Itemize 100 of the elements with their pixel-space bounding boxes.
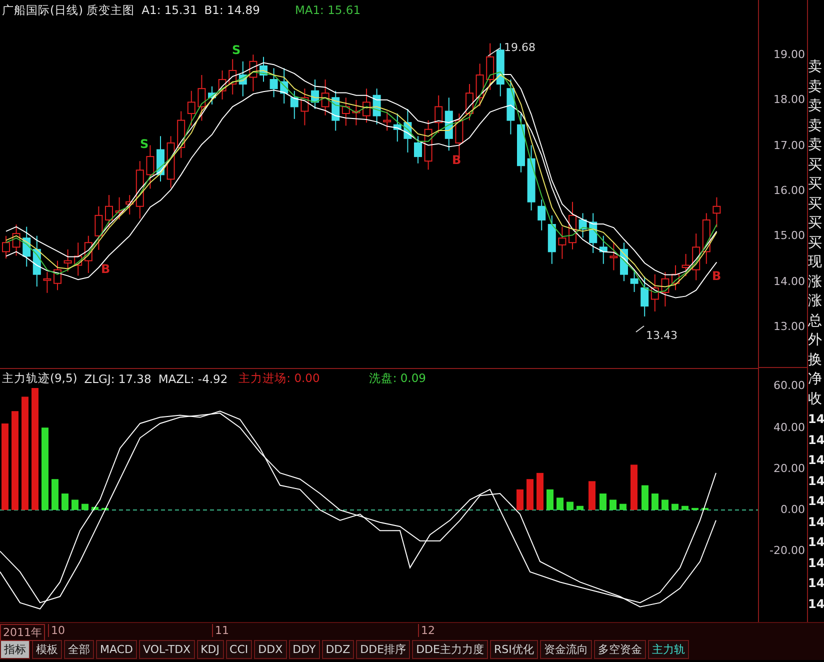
time-axis-label: 10 [48, 624, 67, 637]
candlestick [218, 70, 226, 100]
quote-value: 14 [808, 534, 824, 551]
candlestick [166, 136, 175, 188]
quote-value: 14 [808, 514, 824, 530]
candlestick [22, 226, 31, 268]
quote-value: 14 [808, 472, 824, 490]
indicator-tab[interactable]: DDE排序 [356, 640, 410, 659]
candlestick [496, 42, 504, 97]
quote-value: 14 [808, 452, 824, 469]
candlestick [187, 90, 196, 126]
quote-label: 卖 [808, 97, 823, 116]
indicator-axis-label: 40.00 [774, 420, 805, 434]
time-axis-label: 2011年 [0, 624, 45, 641]
price-axis-label: 15.00 [774, 229, 805, 242]
quote-label: 换 [808, 350, 823, 370]
candlestick [393, 113, 402, 142]
candlestick [672, 264, 680, 291]
quote-label: 买 [808, 175, 823, 194]
indicator-tab[interactable]: 模板 [32, 640, 62, 659]
candlestick [290, 90, 298, 120]
candlestick [424, 120, 432, 170]
quote-label: 收 [808, 390, 823, 408]
candlestick [311, 79, 319, 110]
indicator-tab[interactable]: 多空资金 [594, 640, 646, 659]
candlestick [126, 194, 134, 216]
chart-marker: 13.43 [646, 330, 678, 341]
candlestick [599, 235, 608, 264]
indicator-tab[interactable]: DDZ [322, 640, 354, 659]
indicator-tab[interactable]: 主力轨 [648, 640, 689, 659]
leader-line [488, 48, 500, 56]
candlestick [43, 272, 52, 294]
candlestick [32, 235, 41, 288]
candlestick [527, 144, 536, 211]
histogram-bar [652, 494, 658, 510]
quote-value: 14 [808, 554, 824, 572]
candlestick [383, 110, 392, 132]
quote-value: 14 [808, 432, 824, 448]
quote-value: 14 [808, 575, 824, 592]
quote-label: 买 [808, 234, 823, 252]
candlestick [558, 226, 566, 260]
candlestick [260, 56, 268, 82]
chart-marker: S [232, 44, 241, 56]
indicator-reading: 主力进场: 0.00 [238, 371, 320, 386]
price-axis-label: 13.00 [774, 320, 805, 333]
candlestick [476, 63, 484, 107]
candlestick [506, 79, 515, 135]
candlestick [12, 224, 20, 256]
chart-marker: B [101, 263, 110, 275]
indicator-tab[interactable]: 全部 [64, 640, 94, 659]
histogram-bar [600, 494, 606, 510]
candlestick [177, 110, 186, 158]
quote-label: 买 [808, 156, 823, 174]
indicator-tab[interactable]: MACD [96, 640, 137, 659]
candlestick [105, 194, 113, 228]
quote-label: 涨 [808, 272, 823, 292]
indicator-tab[interactable]: 指标 [0, 640, 30, 659]
price-axis-label: 18.00 [774, 93, 805, 106]
candlestick [146, 144, 154, 190]
indicator-axis-label: 60.00 [774, 379, 805, 392]
histogram-bar [620, 504, 626, 510]
histogram-bar [62, 494, 68, 510]
candlestick [64, 248, 72, 272]
chart-marker: S [140, 138, 149, 150]
candlestick [568, 201, 576, 250]
indicator-tab[interactable]: DDY [288, 640, 320, 659]
time-axis-label: 11 [212, 624, 231, 637]
indicator-tab[interactable]: CCI [226, 640, 252, 659]
candlestick [692, 233, 700, 281]
quote-label: 买 [808, 194, 823, 214]
time-axis-label: 12 [418, 624, 437, 637]
indicator-tab[interactable]: VOL-TDX [138, 640, 195, 659]
indicator-tab[interactable]: 资金流向 [540, 640, 592, 659]
price-axis-label: 16.00 [774, 184, 805, 197]
indicator-reading: B1: 14.89 [204, 3, 260, 17]
indicator-tab[interactable]: RSI优化 [490, 640, 538, 659]
quote-label: 卖 [808, 116, 823, 136]
histogram-bar [52, 479, 58, 510]
indicator-tab[interactable]: KDJ [196, 640, 224, 659]
candlestick [228, 58, 237, 95]
quote-label: 买 [808, 214, 823, 233]
indicator-tab[interactable]: DDX [254, 640, 287, 659]
indicator-reading: MA1: 15.61 [294, 3, 361, 17]
histogram-bar [516, 489, 524, 510]
candlestick [115, 196, 124, 220]
chart-marker: B [712, 270, 722, 282]
quote-label: 净 [808, 370, 823, 389]
indicator-tab[interactable]: DDE主力力度 [412, 640, 488, 659]
candlestick [404, 108, 412, 153]
candlestick [238, 60, 247, 97]
candlestick [578, 212, 587, 238]
indicator-reading: A1: 15.31 [142, 3, 198, 17]
candlestick [444, 97, 453, 152]
candlestick [517, 113, 525, 173]
histogram-bar [556, 498, 564, 510]
indicator-reading: MAZL: -4.92 [158, 372, 228, 386]
quote-value: 14 [808, 596, 824, 612]
candlestick [434, 94, 443, 134]
quote-label: 卖 [808, 78, 823, 96]
quote-label: 外 [808, 331, 823, 350]
